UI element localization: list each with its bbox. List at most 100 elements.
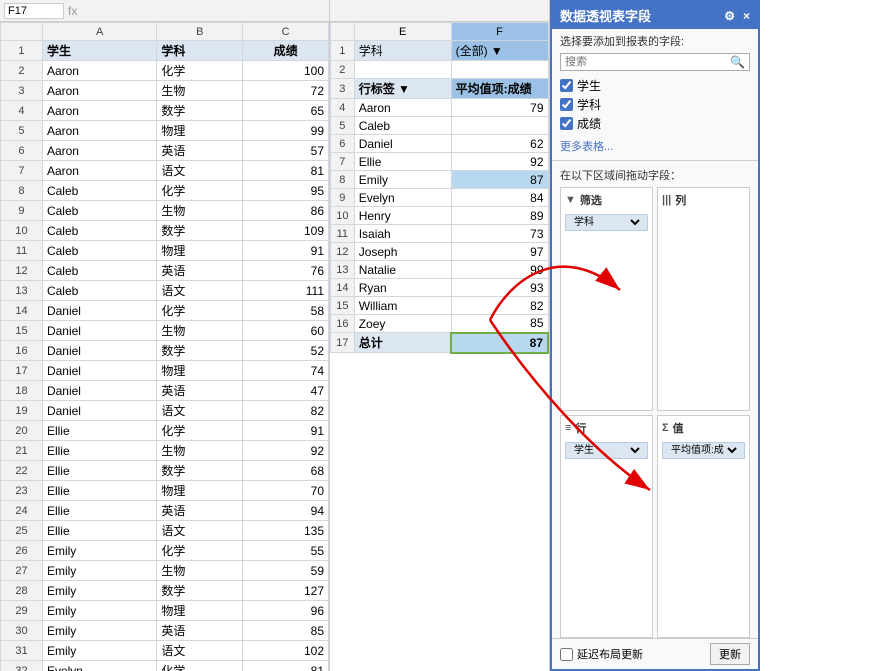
cell-c[interactable]: 68 xyxy=(243,461,329,481)
pivot-col-f[interactable]: F xyxy=(451,23,548,41)
cell-b[interactable]: 生物 xyxy=(157,441,243,461)
value-box[interactable]: Σ 值 平均值项:成绩 xyxy=(657,415,750,639)
cell-a[interactable]: Caleb xyxy=(42,281,156,301)
cell-c[interactable]: 94 xyxy=(243,501,329,521)
pivot-value-cell[interactable]: 99 xyxy=(451,261,548,279)
cell-b[interactable]: 物理 xyxy=(157,121,243,141)
cell-b[interactable]: 语文 xyxy=(157,281,243,301)
cell-a[interactable]: Caleb xyxy=(42,201,156,221)
cell-c[interactable]: 76 xyxy=(243,261,329,281)
cell-b[interactable]: 英语 xyxy=(157,621,243,641)
pivot-value-cell[interactable]: 84 xyxy=(451,189,548,207)
more-tables-link[interactable]: 更多表格... xyxy=(552,136,758,156)
cell-c[interactable]: 成绩 xyxy=(243,41,329,61)
cell-a[interactable]: Emily xyxy=(42,541,156,561)
cell-a[interactable]: Caleb xyxy=(42,241,156,261)
cell-c[interactable]: 55 xyxy=(243,541,329,561)
field-item[interactable]: 学生 xyxy=(560,77,750,94)
pivot-value-cell[interactable]: 62 xyxy=(451,135,548,153)
cell-c[interactable]: 57 xyxy=(243,141,329,161)
settings-icon[interactable]: ⚙ xyxy=(724,9,735,23)
cell-a[interactable]: Caleb xyxy=(42,221,156,241)
cell-a[interactable]: Daniel xyxy=(42,401,156,421)
pivot-value-cell[interactable]: 89 xyxy=(451,207,548,225)
pivot-name-cell[interactable]: Aaron xyxy=(354,99,451,117)
cell-c[interactable]: 91 xyxy=(243,421,329,441)
field-checkbox[interactable] xyxy=(560,117,573,130)
search-input[interactable] xyxy=(565,56,730,68)
field-checkbox[interactable] xyxy=(560,79,573,92)
cell-b[interactable]: 数学 xyxy=(157,341,243,361)
pivot-name-cell[interactable]: Caleb xyxy=(354,117,451,135)
pivot-col-value-label[interactable]: 平均值项:成绩 xyxy=(451,79,548,99)
pivot-total-label[interactable]: 总计 xyxy=(354,333,451,353)
row-box[interactable]: ≡ 行 学生 xyxy=(560,415,653,639)
cell-c[interactable]: 92 xyxy=(243,441,329,461)
filter-tag[interactable]: 学科 xyxy=(565,214,648,231)
pivot-name-cell[interactable]: William xyxy=(354,297,451,315)
pivot-value-cell[interactable]: 73 xyxy=(451,225,548,243)
cell-a[interactable]: Daniel xyxy=(42,341,156,361)
cell-c[interactable]: 81 xyxy=(243,161,329,181)
cell-c[interactable]: 111 xyxy=(243,281,329,301)
cell-c[interactable]: 102 xyxy=(243,641,329,661)
field-item[interactable]: 学科 xyxy=(560,96,750,113)
cell-b[interactable]: 数学 xyxy=(157,461,243,481)
cell-a[interactable]: Aaron xyxy=(42,81,156,101)
pivot-name-cell[interactable]: Isaiah xyxy=(354,225,451,243)
cell-a[interactable]: Emily xyxy=(42,641,156,661)
defer-layout-label[interactable]: 延迟布局更新 xyxy=(560,646,643,662)
pivot-name-cell[interactable]: Daniel xyxy=(354,135,451,153)
cell-a[interactable]: 学生 xyxy=(42,41,156,61)
value-tag[interactable]: 平均值项:成绩 xyxy=(662,442,745,459)
cell-a[interactable]: Emily xyxy=(42,581,156,601)
pivot-value-cell[interactable]: 85 xyxy=(451,315,548,333)
cell-a[interactable]: Ellie xyxy=(42,481,156,501)
cell-b[interactable]: 化学 xyxy=(157,661,243,671)
cell-c[interactable]: 65 xyxy=(243,101,329,121)
cell-c[interactable]: 86 xyxy=(243,201,329,221)
pivot-col-row-label[interactable]: 行标签 ▼ xyxy=(354,79,451,99)
cell-c[interactable]: 95 xyxy=(243,181,329,201)
cell-a[interactable]: Daniel xyxy=(42,381,156,401)
value-tag-select[interactable]: 平均值项:成绩 xyxy=(667,444,740,457)
defer-checkbox[interactable] xyxy=(560,648,573,661)
pivot-value-cell[interactable] xyxy=(451,117,548,135)
col-header-a[interactable]: A xyxy=(42,23,156,41)
row-tag-select[interactable]: 学生 xyxy=(570,444,643,457)
cell-b[interactable]: 数学 xyxy=(157,101,243,121)
pivot-name-cell[interactable]: Emily xyxy=(354,171,451,189)
pivot-value-cell[interactable]: 97 xyxy=(451,243,548,261)
cell-c[interactable]: 109 xyxy=(243,221,329,241)
update-button[interactable]: 更新 xyxy=(710,643,750,665)
cell-a[interactable]: Emily xyxy=(42,561,156,581)
cell-b[interactable]: 生物 xyxy=(157,201,243,221)
cell-a[interactable]: Evelyn xyxy=(42,661,156,671)
cell-c[interactable]: 82 xyxy=(243,401,329,421)
cell-c[interactable]: 85 xyxy=(243,621,329,641)
cell-b[interactable]: 物理 xyxy=(157,601,243,621)
cell-c[interactable]: 81 xyxy=(243,661,329,671)
cell-a[interactable]: Ellie xyxy=(42,521,156,541)
cell-b[interactable]: 数学 xyxy=(157,221,243,241)
spreadsheet-scroll[interactable]: A B C 1 学生 学科 成绩 2 Aaron 化学 100 3 Aaron … xyxy=(0,22,329,671)
pivot-value-cell[interactable]: 82 xyxy=(451,297,548,315)
filter-box[interactable]: ▼ 筛选 学科 xyxy=(560,187,653,411)
cell-b[interactable]: 语文 xyxy=(157,641,243,661)
pivot-name-cell[interactable]: Henry xyxy=(354,207,451,225)
cell-c[interactable]: 52 xyxy=(243,341,329,361)
pivot-name-cell[interactable]: Joseph xyxy=(354,243,451,261)
pivot-filter-value[interactable]: (全部) ▼ xyxy=(451,41,548,61)
pivot-col-e[interactable]: E xyxy=(354,23,451,41)
cell-c[interactable]: 60 xyxy=(243,321,329,341)
cell-b[interactable]: 语文 xyxy=(157,401,243,421)
cell-b[interactable]: 英语 xyxy=(157,501,243,521)
cell-a[interactable]: Aaron xyxy=(42,161,156,181)
cell-c[interactable]: 96 xyxy=(243,601,329,621)
pivot-filter-label[interactable]: 学科 xyxy=(354,41,451,61)
cell-c[interactable]: 58 xyxy=(243,301,329,321)
cell-c[interactable]: 74 xyxy=(243,361,329,381)
search-box[interactable]: 🔍 xyxy=(560,53,750,71)
cell-b[interactable]: 物理 xyxy=(157,361,243,381)
cell-b[interactable]: 语文 xyxy=(157,521,243,541)
